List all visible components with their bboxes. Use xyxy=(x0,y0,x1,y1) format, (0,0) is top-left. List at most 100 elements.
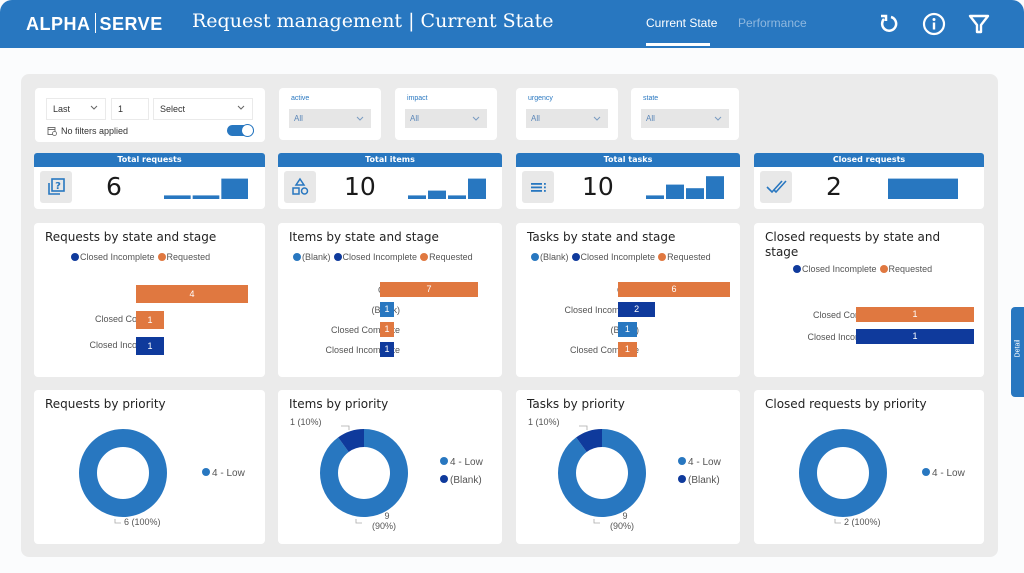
leader-line xyxy=(341,425,350,430)
kpi-sparkline xyxy=(888,178,958,199)
legend-item[interactable]: 4 - Low xyxy=(440,457,483,468)
legend-label: (Blank) xyxy=(540,252,569,262)
logo-text-left: ALPHA xyxy=(26,14,91,34)
chart-requests-by-priority: Requests by priority 6 (100%) 4 - Low xyxy=(34,390,265,544)
legend-item[interactable]: Requested xyxy=(420,252,473,262)
shapes-icon xyxy=(284,171,316,203)
legend-label: Closed Incomplete xyxy=(802,264,877,274)
slicer-label: active xyxy=(291,95,310,102)
slicer-dropdown[interactable]: All xyxy=(641,109,729,128)
legend-label: Closed Incomplete xyxy=(80,252,155,262)
kpi-title: Closed requests xyxy=(754,153,984,167)
detail-side-tab[interactable]: Detail xyxy=(1011,307,1024,397)
tab-current-state[interactable]: Current State xyxy=(646,16,717,30)
slicer-dropdown[interactable]: All xyxy=(289,109,371,128)
sparkline-bar xyxy=(666,184,684,199)
logo-separator xyxy=(94,13,96,33)
period-value-input[interactable]: 1 xyxy=(111,98,149,120)
kpi-total-tasks[interactable]: Total tasks 10 xyxy=(516,153,740,209)
slicer-dropdown[interactable]: All xyxy=(526,109,608,128)
legend-item[interactable]: (Blank) xyxy=(293,252,331,262)
legend-dot xyxy=(157,253,166,261)
legend-item[interactable]: Closed Incomplete xyxy=(793,264,877,274)
filter-toggle[interactable] xyxy=(227,124,254,137)
period-select[interactable]: Last xyxy=(46,98,106,120)
chart-items-by-priority: Items by priority 9 (90%) 1 (10%) 4 - Low (B… xyxy=(278,390,502,544)
legend-item[interactable]: Closed Incomplete xyxy=(333,252,417,262)
logo-text-right: SERVE xyxy=(99,14,163,34)
page-title: Request management | Current State xyxy=(192,10,554,32)
chart-items-by-state: Items by state and stage (Blank) Closed I… xyxy=(278,223,502,377)
kpi-value: 6 xyxy=(106,172,122,201)
legend-label: Requested xyxy=(667,252,711,262)
legend-label: 4 - Low xyxy=(932,468,965,479)
bar[interactable]: 1 xyxy=(618,322,637,337)
sparkline-bar xyxy=(164,195,191,199)
legend-item[interactable]: 4 - Low xyxy=(678,457,721,468)
legend-dot xyxy=(571,253,580,261)
legend-label: Requested xyxy=(888,264,933,274)
kpi-title: Total requests xyxy=(34,153,265,167)
filter-icon[interactable] xyxy=(967,12,991,36)
bar[interactable]: 1 xyxy=(856,307,974,322)
legend-label: Closed Incomplete xyxy=(580,252,656,262)
toggle-knob xyxy=(241,124,254,137)
legend-item[interactable]: Closed Incomplete xyxy=(571,252,656,262)
legend-item[interactable]: Requested xyxy=(157,252,210,262)
bar[interactable]: 1 xyxy=(380,342,394,357)
chart-title: Tasks by state and stage xyxy=(527,230,676,244)
bar[interactable]: 2 xyxy=(618,302,656,317)
legend-dot xyxy=(440,475,448,483)
leader-line xyxy=(834,519,841,524)
chevron-down-icon xyxy=(472,116,480,121)
help-icon: ? xyxy=(40,171,72,203)
bar[interactable]: 1 xyxy=(136,311,164,329)
sparkline-bar xyxy=(686,188,704,199)
legend-dot xyxy=(202,468,210,476)
info-icon[interactable] xyxy=(922,12,946,36)
active-tab-indicator xyxy=(646,43,710,46)
sparkline-bar xyxy=(646,195,664,199)
donut-data-label: 2 (100%) xyxy=(844,517,881,527)
legend-item[interactable]: Closed Incomplete xyxy=(71,252,155,262)
legend-item[interactable]: (Blank) xyxy=(531,252,569,262)
bar[interactable]: 7 xyxy=(380,282,478,297)
chart-title: Items by state and stage xyxy=(289,230,439,244)
detail-tab-label: Detail xyxy=(1014,339,1022,358)
legend-item[interactable]: Requested xyxy=(658,252,711,262)
bar[interactable]: 1 xyxy=(380,322,394,337)
bar[interactable]: 1 xyxy=(856,329,974,344)
unit-select[interactable]: Select xyxy=(153,98,253,120)
legend-dot xyxy=(793,265,801,273)
refresh-icon[interactable] xyxy=(877,12,901,36)
sparkline-bar xyxy=(448,195,466,199)
chart-closed-requests-by-state: Closed requests by state and stage Close… xyxy=(754,223,984,377)
kpi-total-requests[interactable]: Total requests ? 6 xyxy=(34,153,265,209)
bar[interactable]: 1 xyxy=(136,337,164,355)
chevron-down-icon xyxy=(237,105,245,110)
kpi-total-items[interactable]: Total items 10 xyxy=(278,153,502,209)
bar[interactable]: 1 xyxy=(380,302,394,317)
legend-dot xyxy=(420,253,429,261)
bar[interactable]: 4 xyxy=(136,285,248,303)
bar[interactable]: 1 xyxy=(618,342,637,357)
legend-item[interactable]: (Blank) xyxy=(440,475,483,486)
legend-dot xyxy=(293,253,301,261)
legend-dot xyxy=(922,468,930,476)
donut-slice[interactable] xyxy=(799,429,887,517)
chevron-down-icon xyxy=(356,116,364,121)
bar[interactable]: 6 xyxy=(618,282,730,297)
legend-item[interactable]: 4 - Low xyxy=(922,468,965,479)
legend-item[interactable]: (Blank) xyxy=(678,475,721,486)
chart-title: Requests by state and stage xyxy=(45,230,217,244)
svg-text:?: ? xyxy=(55,181,61,192)
chevron-down-icon xyxy=(714,116,722,121)
donut-slice[interactable] xyxy=(79,429,167,517)
sparkline-bar xyxy=(221,178,248,199)
legend-item[interactable]: 4 - Low xyxy=(202,468,245,479)
slicer-dropdown[interactable]: All xyxy=(405,109,487,128)
tab-performance[interactable]: Performance xyxy=(738,16,807,30)
legend-item[interactable]: Requested xyxy=(879,264,933,274)
kpi-closed-requests[interactable]: Closed requests 2 xyxy=(754,153,984,209)
unit-select-value: Select xyxy=(160,104,186,114)
